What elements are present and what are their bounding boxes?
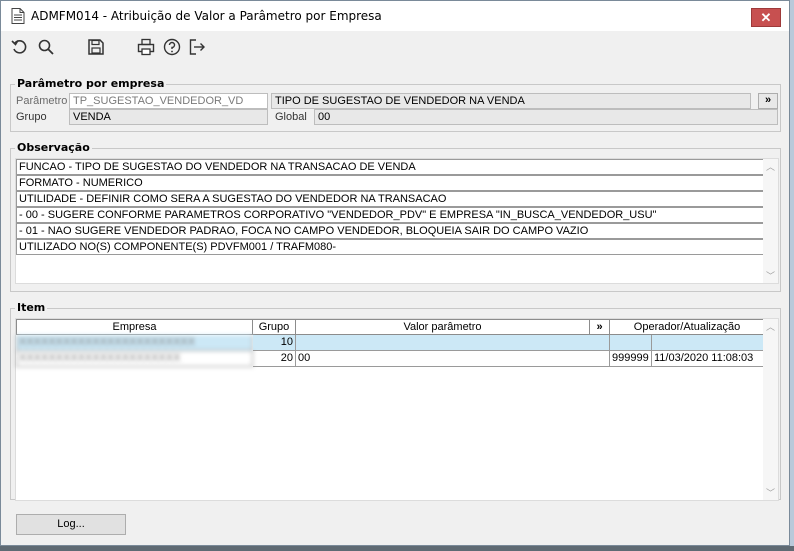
scroll-up-icon[interactable]: ︿ bbox=[766, 320, 775, 333]
parametro-label: Parâmetro bbox=[16, 95, 68, 107]
save-icon[interactable] bbox=[86, 38, 106, 56]
grupo-cell: 10 bbox=[253, 335, 296, 351]
observacao-group: Observação FUNCAO - TIPO DE SUGESTAO DO … bbox=[10, 141, 781, 292]
observacao-line: UTILIZADO NO(S) COMPONENTE(S) PDVFM001 /… bbox=[16, 239, 765, 255]
item-scrollbar[interactable]: ︿ ﹀ bbox=[763, 319, 778, 500]
valor-cell[interactable] bbox=[296, 335, 610, 351]
scroll-up-icon[interactable]: ︿ bbox=[766, 160, 775, 173]
parametro-empresa-legend: Parâmetro por empresa bbox=[15, 77, 167, 90]
exit-icon[interactable] bbox=[187, 38, 207, 56]
parametro-field[interactable]: TP_SUGESTAO_VENDEDOR_VD bbox=[69, 93, 268, 109]
operador-cell bbox=[610, 335, 652, 351]
atualizacao-cell: 11/03/2020 11:08:03 bbox=[652, 351, 765, 367]
scroll-down-icon[interactable]: ﹀ bbox=[766, 269, 775, 282]
document-icon bbox=[11, 8, 25, 24]
title-bar: ADMFM014 - Atribuição de Valor a Parâmet… bbox=[1, 1, 789, 31]
window-title: ADMFM014 - Atribuição de Valor a Parâmet… bbox=[31, 9, 382, 23]
column-header-valor[interactable]: Valor parâmetro bbox=[296, 319, 590, 335]
undo-icon[interactable] bbox=[10, 38, 30, 56]
valor-cell[interactable]: 00 bbox=[296, 351, 610, 367]
grupo-label: Grupo bbox=[16, 111, 47, 123]
empresa-cell: XXXXXXXXXXXXXXXXXXXXXXXX bbox=[16, 335, 253, 351]
observacao-legend: Observação bbox=[15, 141, 92, 154]
global-field: 00 bbox=[314, 109, 778, 125]
observacao-line: - 01 - NAO SUGERE VENDEDOR PADRAO, FOCA … bbox=[16, 223, 765, 239]
global-label: Global bbox=[275, 111, 307, 123]
parametro-description-field: TIPO DE SUGESTAO DE VENDEDOR NA VENDA bbox=[271, 93, 751, 109]
empresa-cell: XXXXXXXXXXXXXXXXXXXXXX bbox=[16, 351, 253, 367]
atualizacao-cell bbox=[652, 335, 765, 351]
log-button[interactable]: Log... bbox=[16, 514, 126, 535]
close-button[interactable]: ✕ bbox=[751, 8, 781, 27]
operador-cell: 999999 bbox=[610, 351, 652, 367]
observacao-line: FUNCAO - TIPO DE SUGESTAO DO VENDEDOR NA… bbox=[16, 159, 765, 175]
app-window: ADMFM014 - Atribuição de Valor a Parâmet… bbox=[0, 0, 790, 546]
grupo-cell: 20 bbox=[253, 351, 296, 367]
observacao-scrollbar[interactable]: ︿ ﹀ bbox=[763, 159, 778, 283]
observacao-textbox[interactable]: FUNCAO - TIPO DE SUGESTAO DO VENDEDOR NA… bbox=[15, 158, 779, 284]
item-grid: Empresa Grupo Valor parâmetro » Operador… bbox=[15, 318, 779, 501]
print-icon[interactable] bbox=[136, 38, 156, 56]
parametro-lookup-button[interactable]: » bbox=[758, 93, 778, 109]
scroll-down-icon[interactable]: ﹀ bbox=[766, 486, 775, 499]
toolbar bbox=[1, 32, 789, 62]
column-header-operador[interactable]: Operador/Atualização bbox=[610, 319, 765, 335]
observacao-line: FORMATO - NUMERICO bbox=[16, 175, 765, 191]
parametro-empresa-group: Parâmetro por empresa Parâmetro TP_SUGES… bbox=[10, 77, 781, 132]
grupo-field: VENDA bbox=[69, 109, 268, 125]
column-header-grupo[interactable]: Grupo bbox=[253, 319, 296, 335]
item-group: Item Empresa Grupo Valor parâmetro » Ope… bbox=[10, 301, 781, 501]
item-legend: Item bbox=[15, 301, 48, 314]
search-icon[interactable] bbox=[36, 38, 56, 56]
column-header-empresa[interactable]: Empresa bbox=[16, 319, 253, 335]
observacao-line: - 00 - SUGERE CONFORME PARAMETROS CORPOR… bbox=[16, 207, 765, 223]
valor-lookup-button[interactable]: » bbox=[590, 319, 610, 335]
observacao-line: UTILIDADE - DEFINIR COMO SERA A SUGESTAO… bbox=[16, 191, 765, 207]
help-icon[interactable] bbox=[162, 38, 182, 56]
background-window-strip bbox=[0, 546, 794, 551]
